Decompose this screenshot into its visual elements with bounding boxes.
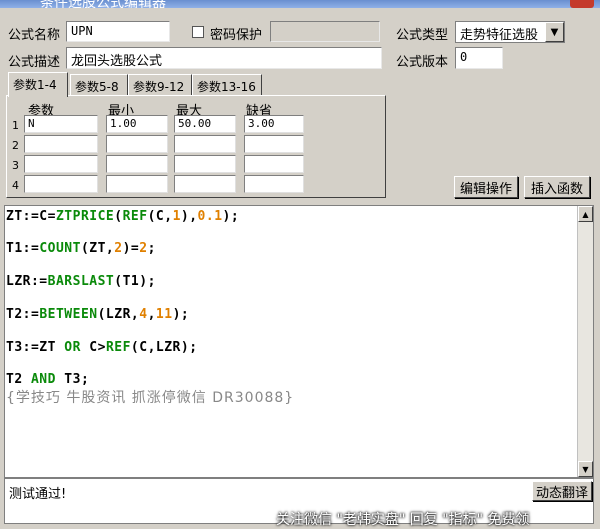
param-row-number: 2 [12,139,19,152]
tab-params-5-8[interactable]: 参数5-8 [70,74,128,96]
param-max-cell[interactable] [174,135,236,153]
password-label: 密码保护 [210,28,263,43]
password-field[interactable] [270,21,380,42]
param-max-cell[interactable] [174,175,236,193]
param-default-cell[interactable]: 3.00 [244,115,304,133]
param-row-number: 4 [12,179,19,192]
close-button[interactable] [570,0,594,8]
formula-version-label: 公式版本 [396,55,449,70]
code-line: T2:=BETWEEN(LZR,4,11); [6,307,190,322]
formula-desc-label: 公式描述 [8,55,61,70]
tab-params-1-4[interactable]: 参数1-4 [8,72,68,97]
dynamic-translate-button[interactable]: 动态翻译 [532,481,592,501]
param-name-cell[interactable]: N [24,115,98,133]
formula-version-field[interactable]: 0 [455,47,503,69]
param-max-cell[interactable] [174,155,236,173]
param-name-cell[interactable] [24,175,98,193]
code-line: T3:=ZT OR C>REF(C,LZR); [6,340,198,355]
code-line: LZR:=BARSLAST(T1); [6,274,156,289]
formula-name-field[interactable]: UPN [66,21,170,42]
tab-params-13-16[interactable]: 参数13-16 [192,74,262,96]
scroll-down-icon[interactable]: ▼ [578,461,593,477]
param-min-cell[interactable] [106,155,168,173]
tab-params-9-12[interactable]: 参数9-12 [128,74,192,96]
edit-operations-button[interactable]: 编辑操作 [454,176,518,198]
param-min-cell[interactable] [106,175,168,193]
code-line: T1:=COUNT(ZT,2)=2; [6,241,156,256]
insert-function-button[interactable]: 插入函数 [524,176,590,198]
code-comment: {学技巧 牛股资讯 抓涨停微信 DR30088} [6,390,295,406]
test-status-text: 测试通过! [9,487,67,502]
param-max-cell[interactable]: 50.00 [174,115,236,133]
param-row-number: 3 [12,159,19,172]
watermark-text: 关注微信 "老韩实盘" 回复 "指标" 免费领 [276,512,530,528]
param-default-cell[interactable] [244,135,304,153]
param-row-number: 1 [12,119,19,132]
param-default-cell[interactable] [244,155,304,173]
formula-type-label: 公式类型 [396,28,449,43]
formula-desc-field[interactable]: 龙回头选股公式 [66,47,382,69]
param-name-cell[interactable] [24,135,98,153]
scroll-up-icon[interactable]: ▲ [578,206,593,222]
param-min-cell[interactable]: 1.00 [106,115,168,133]
chevron-down-icon[interactable]: ▼ [545,22,564,42]
formula-name-label: 公式名称 [8,28,61,43]
param-min-cell[interactable] [106,135,168,153]
password-checkbox[interactable] [192,26,204,38]
param-name-cell[interactable] [24,155,98,173]
code-line: T2 AND T3; [6,372,90,387]
vertical-scrollbar[interactable]: ▲ ▼ [577,206,593,477]
window-title: 条件选股公式编辑器 [40,0,166,8]
code-line: ZT:=C=ZTPRICE(REF(C,1),0.1); [6,209,240,224]
param-default-cell[interactable] [244,175,304,193]
title-bar: 条件选股公式编辑器 [0,0,600,8]
